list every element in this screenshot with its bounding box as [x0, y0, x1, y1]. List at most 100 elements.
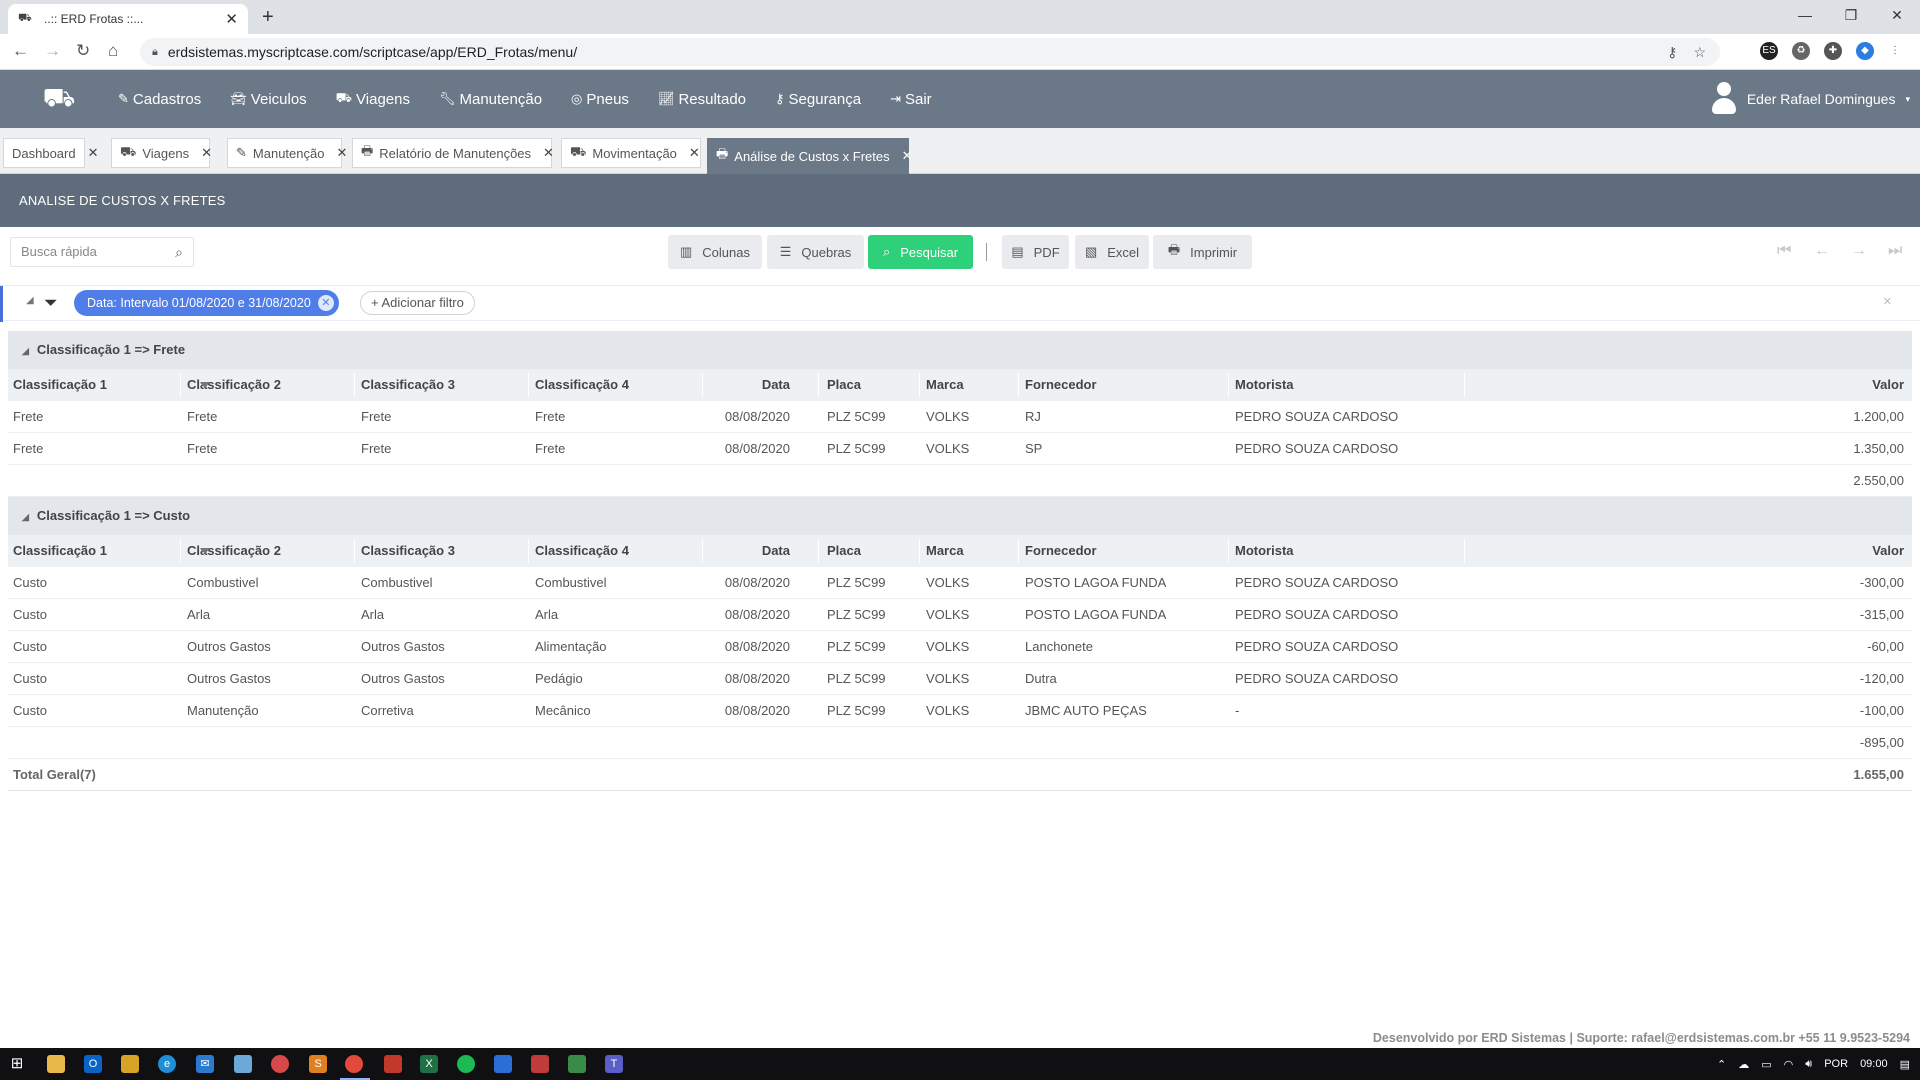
- col-placa-header[interactable]: Placa: [827, 535, 861, 567]
- nav-viagens[interactable]: ⛟ Viagens: [336, 90, 410, 108]
- close-tab-icon[interactable]: ✕: [902, 148, 913, 164]
- mail-icon[interactable]: ✉: [196, 1055, 214, 1073]
- bookmark-star-icon[interactable]: ☆: [1693, 44, 1706, 61]
- col-classificacao-1-header[interactable]: Classificação 1: [13, 369, 107, 401]
- last-page-icon[interactable]: ⏭: [1888, 242, 1902, 260]
- clear-filters-icon[interactable]: ✕: [1883, 295, 1892, 308]
- user-menu[interactable]: Eder Rafael Domingues ▾: [1711, 70, 1910, 128]
- sort-down-icon[interactable]: [200, 382, 210, 388]
- date-filter-chip[interactable]: Data: Intervalo 01/08/2020 e 31/08/2020 …: [74, 290, 339, 316]
- columns-button[interactable]: ▥ Colunas: [668, 235, 762, 269]
- close-tab-icon[interactable]: ✕: [336, 145, 347, 161]
- tray-expand-icon[interactable]: ⌃: [1717, 1058, 1726, 1071]
- wifi-icon[interactable]: ◠: [1784, 1058, 1794, 1071]
- table-row[interactable]: Custo Outros Gastos Outros Gastos Alimentaç…: [8, 631, 1912, 663]
- extension-recycle-icon[interactable]: ♻: [1792, 42, 1810, 60]
- language-indicator[interactable]: POR: [1824, 1058, 1848, 1070]
- sublime-icon[interactable]: S: [309, 1055, 327, 1073]
- col-fornecedor-header[interactable]: Fornecedor: [1025, 369, 1097, 401]
- nav-pneus[interactable]: ◎ Pneus: [571, 91, 629, 108]
- network-icon[interactable]: ▭: [1761, 1058, 1771, 1071]
- search-button[interactable]: ⌕ Pesquisar: [868, 235, 973, 269]
- breaks-button[interactable]: ☰ Quebras: [767, 235, 864, 269]
- extension-es-icon[interactable]: ES: [1760, 42, 1778, 60]
- key-icon[interactable]: ⚷: [1667, 44, 1677, 61]
- table-row[interactable]: Custo Manutenção Corretiva Mecânico 08/08/20…: [8, 695, 1912, 727]
- nav-sair[interactable]: ⇥ Sair: [890, 91, 932, 108]
- print-button[interactable]: 🖶 Imprimir: [1153, 235, 1252, 269]
- first-page-icon[interactable]: ⏮: [1777, 242, 1791, 260]
- tab-viagens[interactable]: ⛟ Viagens ✕: [111, 138, 212, 168]
- tab-analise-custos-fretes[interactable]: 🖶 Análise de Custos x Fretes ✕: [707, 138, 913, 174]
- forward-icon[interactable]: →: [44, 41, 61, 61]
- spotify-icon[interactable]: [457, 1055, 475, 1073]
- col-classificacao-1-header[interactable]: Classificação 1: [13, 535, 107, 567]
- notes-icon[interactable]: [234, 1055, 252, 1073]
- prev-page-icon[interactable]: ←: [1814, 242, 1830, 260]
- edge-icon[interactable]: e: [158, 1055, 176, 1073]
- table-row[interactable]: Frete Frete Frete Frete 08/08/2020 PLZ 5C99 VO…: [8, 433, 1912, 465]
- col-motorista-header[interactable]: Motorista: [1235, 369, 1294, 401]
- tab-dashboard[interactable]: Dashboard ✕: [3, 138, 99, 168]
- document-app-icon[interactable]: [494, 1055, 512, 1073]
- nav-seguranca[interactable]: ⚷ Segurança: [775, 91, 861, 108]
- remove-filter-icon[interactable]: ✕: [317, 295, 334, 311]
- nav-resultado[interactable]: 📈︎ Resultado: [658, 91, 746, 108]
- volume-icon[interactable]: 🔊︎: [1805, 1058, 1812, 1071]
- col-placa-header[interactable]: Placa: [827, 369, 861, 401]
- close-tab-icon[interactable]: ✕: [201, 145, 212, 161]
- col-marca-header[interactable]: Marca: [926, 369, 964, 401]
- truck-logo-icon[interactable]: ⛟: [0, 70, 118, 128]
- col-classificacao-4-header[interactable]: Classificação 4: [535, 535, 629, 567]
- quick-search-input[interactable]: Busca rápida ⌕: [10, 237, 194, 267]
- extensions-puzzle-icon[interactable]: ✚: [1824, 42, 1842, 60]
- cloud-icon[interactable]: ☁: [1738, 1058, 1749, 1071]
- back-icon[interactable]: ←: [12, 41, 29, 61]
- pdf-button[interactable]: ▤ PDF: [1002, 235, 1069, 269]
- notifications-icon[interactable]: ▤: [1900, 1058, 1910, 1071]
- windows-start-icon[interactable]: ⊞: [8, 1055, 26, 1073]
- browser-tab[interactable]: ⛟ ..:: ERD Frotas ::... ✕: [8, 4, 248, 34]
- collapse-group-icon[interactable]: ◢: [22, 346, 29, 356]
- reload-icon[interactable]: ↻: [76, 41, 90, 61]
- col-valor-header[interactable]: Valor: [1872, 369, 1904, 401]
- app-icon[interactable]: [271, 1055, 289, 1073]
- col-data-header[interactable]: Data: [762, 369, 790, 401]
- close-tab-icon[interactable]: ✕: [225, 10, 238, 28]
- nav-manutencao[interactable]: 🔧︎ Manutenção: [439, 91, 542, 108]
- col-valor-header[interactable]: Valor: [1872, 535, 1904, 567]
- tab-relatorio-manutencoes[interactable]: 🖶 Relatório de Manutenções ✕: [352, 138, 554, 168]
- close-tab-icon[interactable]: ✕: [689, 145, 700, 161]
- maximize-icon[interactable]: ❐: [1828, 0, 1874, 30]
- sheets-app-icon[interactable]: [568, 1055, 586, 1073]
- home-icon[interactable]: ⌂: [108, 41, 118, 61]
- close-tab-icon[interactable]: ✕: [543, 145, 554, 161]
- file-explorer-icon[interactable]: [47, 1055, 65, 1073]
- app-icon[interactable]: [384, 1055, 402, 1073]
- col-marca-header[interactable]: Marca: [926, 535, 964, 567]
- search-icon[interactable]: ⌕: [175, 238, 183, 266]
- browser-menu-icon[interactable]: ⋮: [1886, 42, 1904, 60]
- col-classificacao-3-header[interactable]: Classificação 3: [361, 535, 455, 567]
- sticky-app-icon[interactable]: [121, 1055, 139, 1073]
- col-motorista-header[interactable]: Motorista: [1235, 535, 1294, 567]
- url-field[interactable]: 🔒︎ erdsistemas.myscriptcase.com/scriptca…: [140, 38, 1720, 66]
- excel-button[interactable]: ▧ Excel: [1075, 235, 1149, 269]
- group-header[interactable]: ◢ Classificação 1 => Frete: [8, 331, 1912, 369]
- minimize-icon[interactable]: ―: [1782, 0, 1828, 30]
- new-tab-icon[interactable]: +: [262, 6, 274, 29]
- extension-blue-icon[interactable]: ◆: [1856, 42, 1874, 60]
- col-data-header[interactable]: Data: [762, 535, 790, 567]
- col-classificacao-3-header[interactable]: Classificação 3: [361, 369, 455, 401]
- shield-app-icon[interactable]: [531, 1055, 549, 1073]
- chrome-icon[interactable]: [345, 1055, 363, 1073]
- tab-movimentacao[interactable]: ⛟ Movimentação ✕: [561, 138, 701, 168]
- close-window-icon[interactable]: ✕: [1874, 0, 1920, 30]
- table-row[interactable]: Frete Frete Frete Frete 08/08/2020 PLZ 5C99 VO…: [8, 401, 1912, 433]
- table-row[interactable]: Custo Arla Arla Arla 08/08/2020 PLZ 5C99 VOLKS…: [8, 599, 1912, 631]
- sort-down-icon[interactable]: [200, 548, 210, 554]
- add-filter-button[interactable]: + Adicionar filtro: [360, 291, 475, 315]
- table-row[interactable]: Custo Combustivel Combustivel Combustivel 08…: [8, 567, 1912, 599]
- close-tab-icon[interactable]: ✕: [88, 145, 99, 161]
- col-classificacao-4-header[interactable]: Classificação 4: [535, 369, 629, 401]
